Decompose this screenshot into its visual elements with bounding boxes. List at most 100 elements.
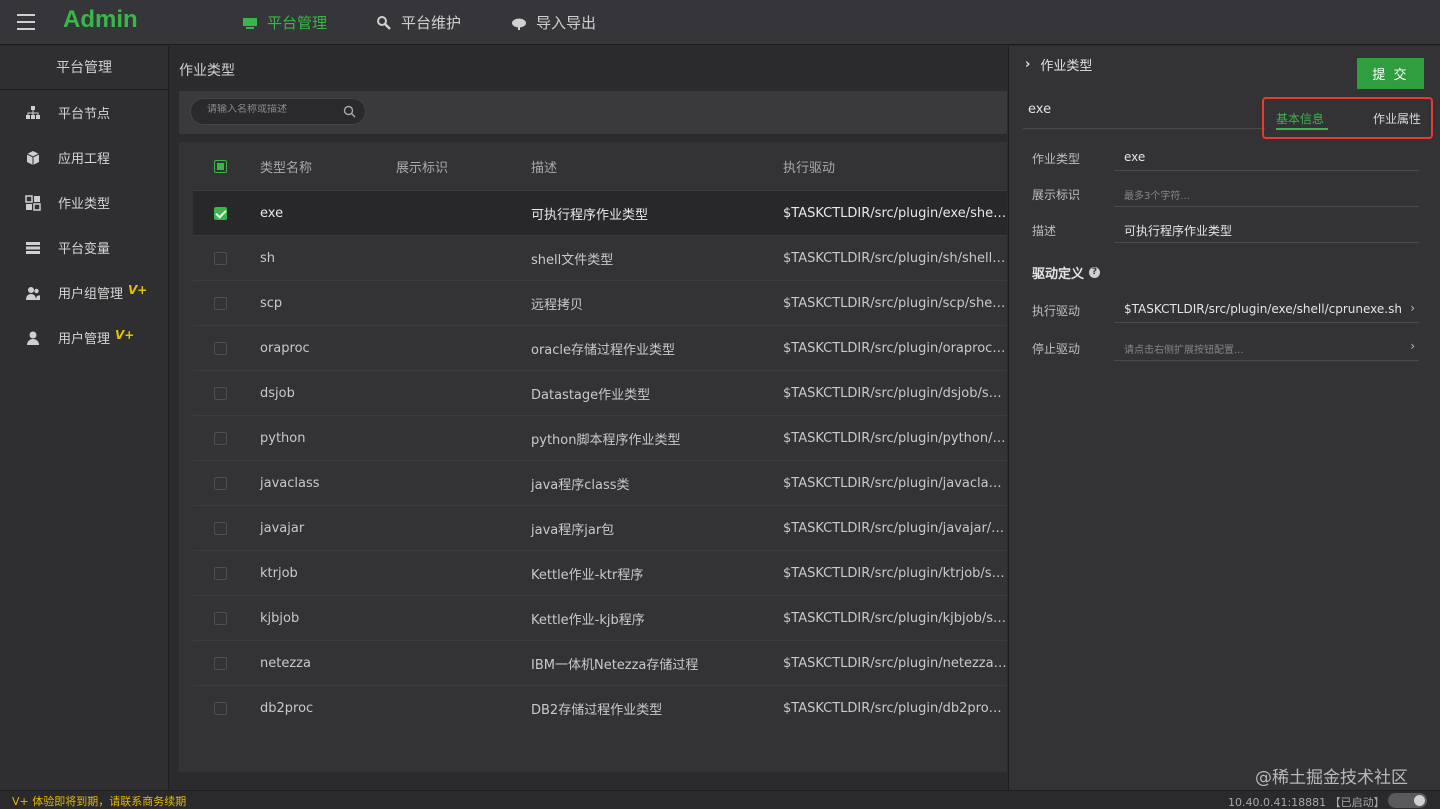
column-header-desc[interactable]: 描述 (517, 157, 769, 176)
table-row[interactable]: exe 可执行程序作业类型 $TASKCTLDIR/src/plugin/exe/s… (193, 190, 1007, 235)
tab-job-attributes[interactable]: 作业属性 (1373, 110, 1421, 127)
toolbar (179, 91, 1007, 134)
cell-name: oraproc (260, 340, 310, 356)
page-title: 作业类型 (179, 63, 235, 79)
field-job-type: 作业类型 exe (1032, 143, 1420, 171)
cell-desc: Datastage作业类型 (531, 387, 651, 403)
cell-driver: $TASKCTLDIR/src/plugin/python/shell/cpru… (783, 430, 1007, 446)
cell-driver: $TASKCTLDIR/src/plugin/sh/shell/cprunsh.… (783, 250, 1007, 266)
sidebar-item-label: 用户管理 (58, 332, 111, 347)
search-input[interactable] (207, 104, 337, 115)
table-row[interactable]: javaclass java程序class类 $TASKCTLDIR/src/plu… (193, 460, 1007, 505)
field-label: 执行驱动 (1032, 304, 1081, 318)
stop-driver-input[interactable]: 请点击右侧扩展按钮配置... › (1114, 333, 1419, 361)
row-checkbox[interactable] (213, 206, 227, 220)
monitor-icon (243, 17, 257, 29)
nav-label: 平台维护 (401, 14, 462, 32)
nav-import-export[interactable]: 导入导出 (511, 0, 596, 45)
row-checkbox[interactable] (213, 656, 227, 670)
trial-notice: V+ 体验即将到期，请联系商务续期 (12, 795, 187, 808)
sidebar: 平台管理 平台节点 应用工程 作业类型 平台变量 用户组管理 V+ 用户管理 V… (0, 46, 169, 790)
table-row[interactable]: oraproc oracle存储过程作业类型 $TASKCTLDIR/src/plu… (193, 325, 1007, 370)
sidebar-item-job-types[interactable]: 作业类型 (0, 180, 168, 225)
nav-platform-maintenance[interactable]: 平台维护 (376, 0, 461, 45)
search-icon[interactable] (343, 105, 356, 118)
chevron-right-icon[interactable]: › (1410, 339, 1415, 353)
nav-platform-management[interactable]: 平台管理 (242, 0, 327, 45)
tab-basic-info[interactable]: 基本信息 (1276, 110, 1324, 127)
column-header-driver[interactable]: 执行驱动 (769, 157, 1007, 176)
column-header-display[interactable]: 展示标识 (382, 157, 517, 176)
help-icon[interactable]: ? (1089, 267, 1101, 278)
row-checkbox[interactable] (213, 476, 227, 490)
sidebar-item-user-groups[interactable]: 用户组管理 V+ (0, 270, 168, 315)
row-checkbox[interactable] (213, 251, 227, 265)
column-header-name[interactable]: 类型名称 (247, 157, 382, 176)
row-checkbox[interactable] (213, 611, 227, 625)
brand-logo: Admin (63, 6, 138, 33)
table-row[interactable]: ktrjob Kettle作业-ktr程序 $TASKCTLDIR/src/plug… (193, 550, 1007, 595)
cube-icon (26, 150, 40, 165)
stop-driver-placeholder: 请点击右侧扩展按钮配置... (1124, 345, 1244, 356)
cell-driver: $TASKCTLDIR/src/plugin/javaclass/shell/c… (783, 475, 1007, 491)
table-row[interactable]: dsjob Datastage作业类型 $TASKCTLDIR/src/plugin… (193, 370, 1007, 415)
driver-section-title: 驱动定义 ? (1032, 263, 1101, 282)
cell-name: dsjob (260, 385, 295, 401)
row-checkbox[interactable] (213, 386, 227, 400)
submit-button[interactable]: 提 交 (1357, 58, 1424, 89)
menu-icon[interactable] (17, 14, 35, 30)
wrench-icon (377, 15, 391, 30)
server-toggle[interactable] (1388, 793, 1427, 808)
cell-name: ktrjob (260, 565, 298, 581)
cell-desc: Kettle作业-ktr程序 (531, 567, 644, 583)
exec-driver-input[interactable]: $TASKCTLDIR/src/plugin/exe/shell/cprunex… (1114, 295, 1419, 323)
section-label: 驱动定义 (1032, 267, 1085, 282)
sidebar-item-platform-variables[interactable]: 平台变量 (0, 225, 168, 270)
cell-name: python (260, 430, 306, 446)
row-checkbox[interactable] (213, 341, 227, 355)
table-row[interactable]: scp 远程拷贝 $TASKCTLDIR/src/plugin/scp/shell/… (193, 280, 1007, 325)
row-checkbox[interactable] (213, 521, 227, 535)
table-row[interactable]: python python脚本程序作业类型 $TASKCTLDIR/src/plug… (193, 415, 1007, 460)
user-icon (27, 331, 39, 345)
search-box (190, 98, 366, 125)
sidebar-item-app-projects[interactable]: 应用工程 (0, 135, 168, 180)
row-checkbox[interactable] (213, 431, 227, 445)
tabs-highlight: 基本信息 作业属性 (1262, 97, 1433, 139)
detail-title: 作业类型 (1040, 59, 1093, 74)
cell-desc: 可执行程序作业类型 (531, 207, 649, 223)
cell-name: db2proc (260, 700, 314, 716)
table-row[interactable]: kjbjob Kettle作业-kjb程序 $TASKCTLDIR/src/plug… (193, 595, 1007, 640)
field-stop-driver: 停止驱动 请点击右侧扩展按钮配置... › (1032, 333, 1420, 361)
job-type-input[interactable]: exe (1114, 143, 1419, 171)
row-checkbox[interactable] (213, 701, 227, 715)
row-checkbox[interactable] (213, 566, 227, 580)
sidebar-item-users[interactable]: 用户管理 V+ (0, 315, 168, 360)
sidebar-title: 平台管理 (0, 46, 168, 90)
divider (1023, 128, 1265, 129)
table-row[interactable]: db2proc DB2存储过程作业类型 $TASKCTLDIR/src/plugin… (193, 685, 1007, 730)
cell-name: javaclass (260, 475, 320, 491)
row-checkbox[interactable] (213, 296, 227, 310)
sidebar-item-platform-nodes[interactable]: 平台节点 (0, 90, 168, 135)
description-input[interactable]: 可执行程序作业类型 (1114, 215, 1419, 243)
chevron-right-icon[interactable]: › (1025, 57, 1030, 72)
table-row[interactable]: javajar java程序jar包 $TASKCTLDIR/src/plugin/… (193, 505, 1007, 550)
detail-header: › 作业类型 (1025, 55, 1092, 74)
cell-driver: $TASKCTLDIR/src/plugin/dsjob/shell/cprun… (783, 385, 1007, 401)
display-flag-input[interactable]: 最多3个字符... (1114, 179, 1419, 207)
cell-desc: shell文件类型 (531, 252, 614, 268)
table-row[interactable]: sh shell文件类型 $TASKCTLDIR/src/plugin/sh/she… (193, 235, 1007, 280)
chevron-right-icon[interactable]: › (1410, 301, 1415, 315)
table-row[interactable]: netezza IBM一体机Netezza存储过程 $TASKCTLDIR/src/… (193, 640, 1007, 685)
job-type-table: 类型名称 展示标识 描述 执行驱动 exe 可执行程序作业类型 $TASKCTLDI… (179, 142, 1007, 772)
cell-desc: python脚本程序作业类型 (531, 432, 681, 448)
sidebar-item-label: 用户组管理 (58, 287, 124, 302)
field-label: 展示标识 (1032, 188, 1081, 202)
watermark: @稀土掘金技术社区 (1255, 768, 1408, 788)
cell-name: javajar (260, 520, 305, 536)
sidebar-item-label: 平台变量 (58, 242, 111, 257)
cell-name: netezza (260, 655, 311, 671)
select-all-checkbox[interactable] (213, 159, 227, 173)
field-label: 作业类型 (1032, 152, 1081, 166)
